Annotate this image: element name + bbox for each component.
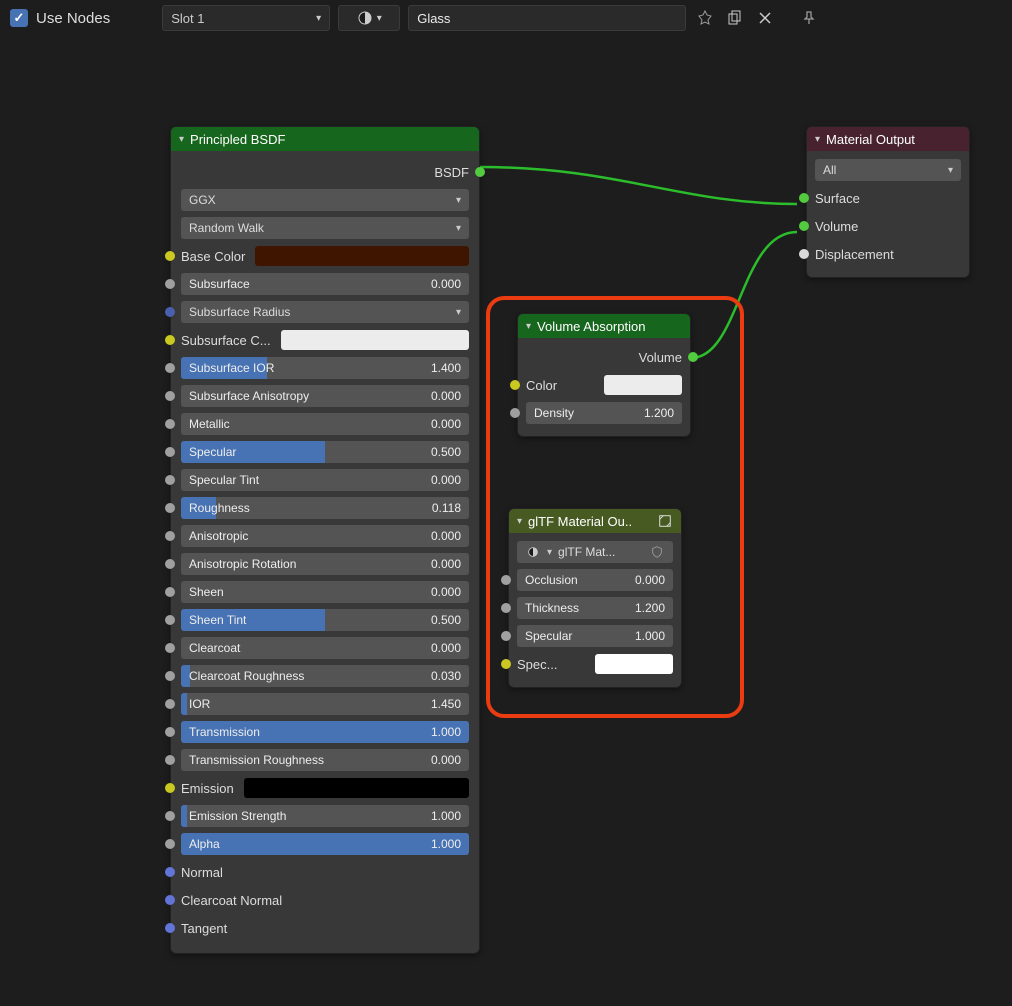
distribution-select[interactable]: GGX [181,189,469,211]
value-field[interactable]: Subsurface0.000 [181,273,469,295]
property-label: Emission [181,781,234,796]
toolbar: ✓ Use Nodes Slot 1 Glass [0,0,1012,36]
value-field[interactable]: Subsurface IOR1.400 [181,357,469,379]
chevron-down-icon [948,165,953,176]
input-socket[interactable] [165,923,175,933]
node-header[interactable]: Principled BSDF [171,127,479,151]
input-socket[interactable] [165,783,175,793]
chevron-down-icon [456,307,461,318]
use-nodes-label: Use Nodes [36,10,110,27]
pin-button[interactable] [798,7,820,29]
input-socket[interactable] [165,587,175,597]
slot-dropdown[interactable]: Slot 1 [162,5,330,31]
node-title: Principled BSDF [190,132,285,147]
value-field[interactable]: Roughness0.118 [181,497,469,519]
value-field[interactable]: Sheen Tint0.500 [181,609,469,631]
subsurface-method-select[interactable]: Random Walk [181,217,469,239]
volume-input: Volume [815,219,858,234]
input-socket[interactable] [165,363,175,373]
chevron-down-icon [377,13,382,24]
material-name-field[interactable]: Glass [408,5,686,31]
slot-label: Slot 1 [171,11,204,26]
displacement-input: Displacement [815,247,894,262]
input-socket[interactable] [165,671,175,681]
output-bsdf: BSDF [181,165,469,180]
collapse-icon[interactable] [179,134,184,145]
input-socket[interactable] [799,193,809,203]
fake-user-toggle[interactable] [694,7,716,29]
input-socket[interactable] [799,249,809,259]
property-label: Clearcoat Normal [181,893,282,908]
color-swatch[interactable] [281,330,469,350]
color-swatch[interactable] [244,778,469,798]
chevron-down-icon [456,223,461,234]
value-field[interactable]: IOR1.450 [181,693,469,715]
value-field[interactable]: Metallic0.000 [181,413,469,435]
property-label: Subsurface C... [181,333,271,348]
input-socket[interactable] [165,391,175,401]
input-socket[interactable] [799,221,809,231]
input-socket[interactable] [165,307,175,317]
value-field[interactable]: Subsurface Anisotropy0.000 [181,385,469,407]
input-socket[interactable] [165,335,175,345]
target-select[interactable]: All [815,159,961,181]
collapse-icon[interactable] [815,134,820,145]
value-field[interactable]: Alpha1.000 [181,833,469,855]
property-label: Base Color [181,249,245,264]
input-socket[interactable] [165,251,175,261]
property-select[interactable]: Subsurface Radius [181,301,469,323]
node-title: Material Output [826,132,915,147]
property-label: Tangent [181,921,227,936]
unlink-button[interactable] [754,7,776,29]
surface-input: Surface [815,191,860,206]
input-socket[interactable] [165,531,175,541]
value-field[interactable]: Anisotropic0.000 [181,525,469,547]
input-socket[interactable] [165,839,175,849]
input-socket[interactable] [165,419,175,429]
value-field[interactable]: Specular0.500 [181,441,469,463]
value-field[interactable]: Clearcoat0.000 [181,637,469,659]
annotation-highlight [486,296,744,718]
material-output-node[interactable]: Material Output All Surface Volume Displ… [806,126,970,278]
output-socket[interactable] [475,167,485,177]
value-field[interactable]: Transmission1.000 [181,721,469,743]
principled-bsdf-node[interactable]: Principled BSDF BSDF GGX Random Walk Bas… [170,126,480,954]
new-material-button[interactable] [724,7,746,29]
value-field[interactable]: Sheen0.000 [181,581,469,603]
chevron-down-icon [456,195,461,206]
input-socket[interactable] [165,811,175,821]
use-nodes-checkbox[interactable]: ✓ [10,9,28,27]
value-field[interactable]: Specular Tint0.000 [181,469,469,491]
input-socket[interactable] [165,447,175,457]
input-socket[interactable] [165,475,175,485]
material-browse-button[interactable] [338,5,400,31]
input-socket[interactable] [165,755,175,765]
input-socket[interactable] [165,615,175,625]
input-socket[interactable] [165,643,175,653]
input-socket[interactable] [165,279,175,289]
value-field[interactable]: Transmission Roughness0.000 [181,749,469,771]
input-socket[interactable] [165,727,175,737]
input-socket[interactable] [165,895,175,905]
input-socket[interactable] [165,503,175,513]
value-field[interactable]: Emission Strength1.000 [181,805,469,827]
value-field[interactable]: Clearcoat Roughness0.030 [181,665,469,687]
chevron-down-icon [316,13,321,24]
material-sphere-icon [357,10,373,26]
node-header[interactable]: Material Output [807,127,969,151]
color-swatch[interactable] [255,246,469,266]
value-field[interactable]: Anisotropic Rotation0.000 [181,553,469,575]
input-socket[interactable] [165,559,175,569]
property-label: Normal [181,865,223,880]
input-socket[interactable] [165,867,175,877]
input-socket[interactable] [165,699,175,709]
